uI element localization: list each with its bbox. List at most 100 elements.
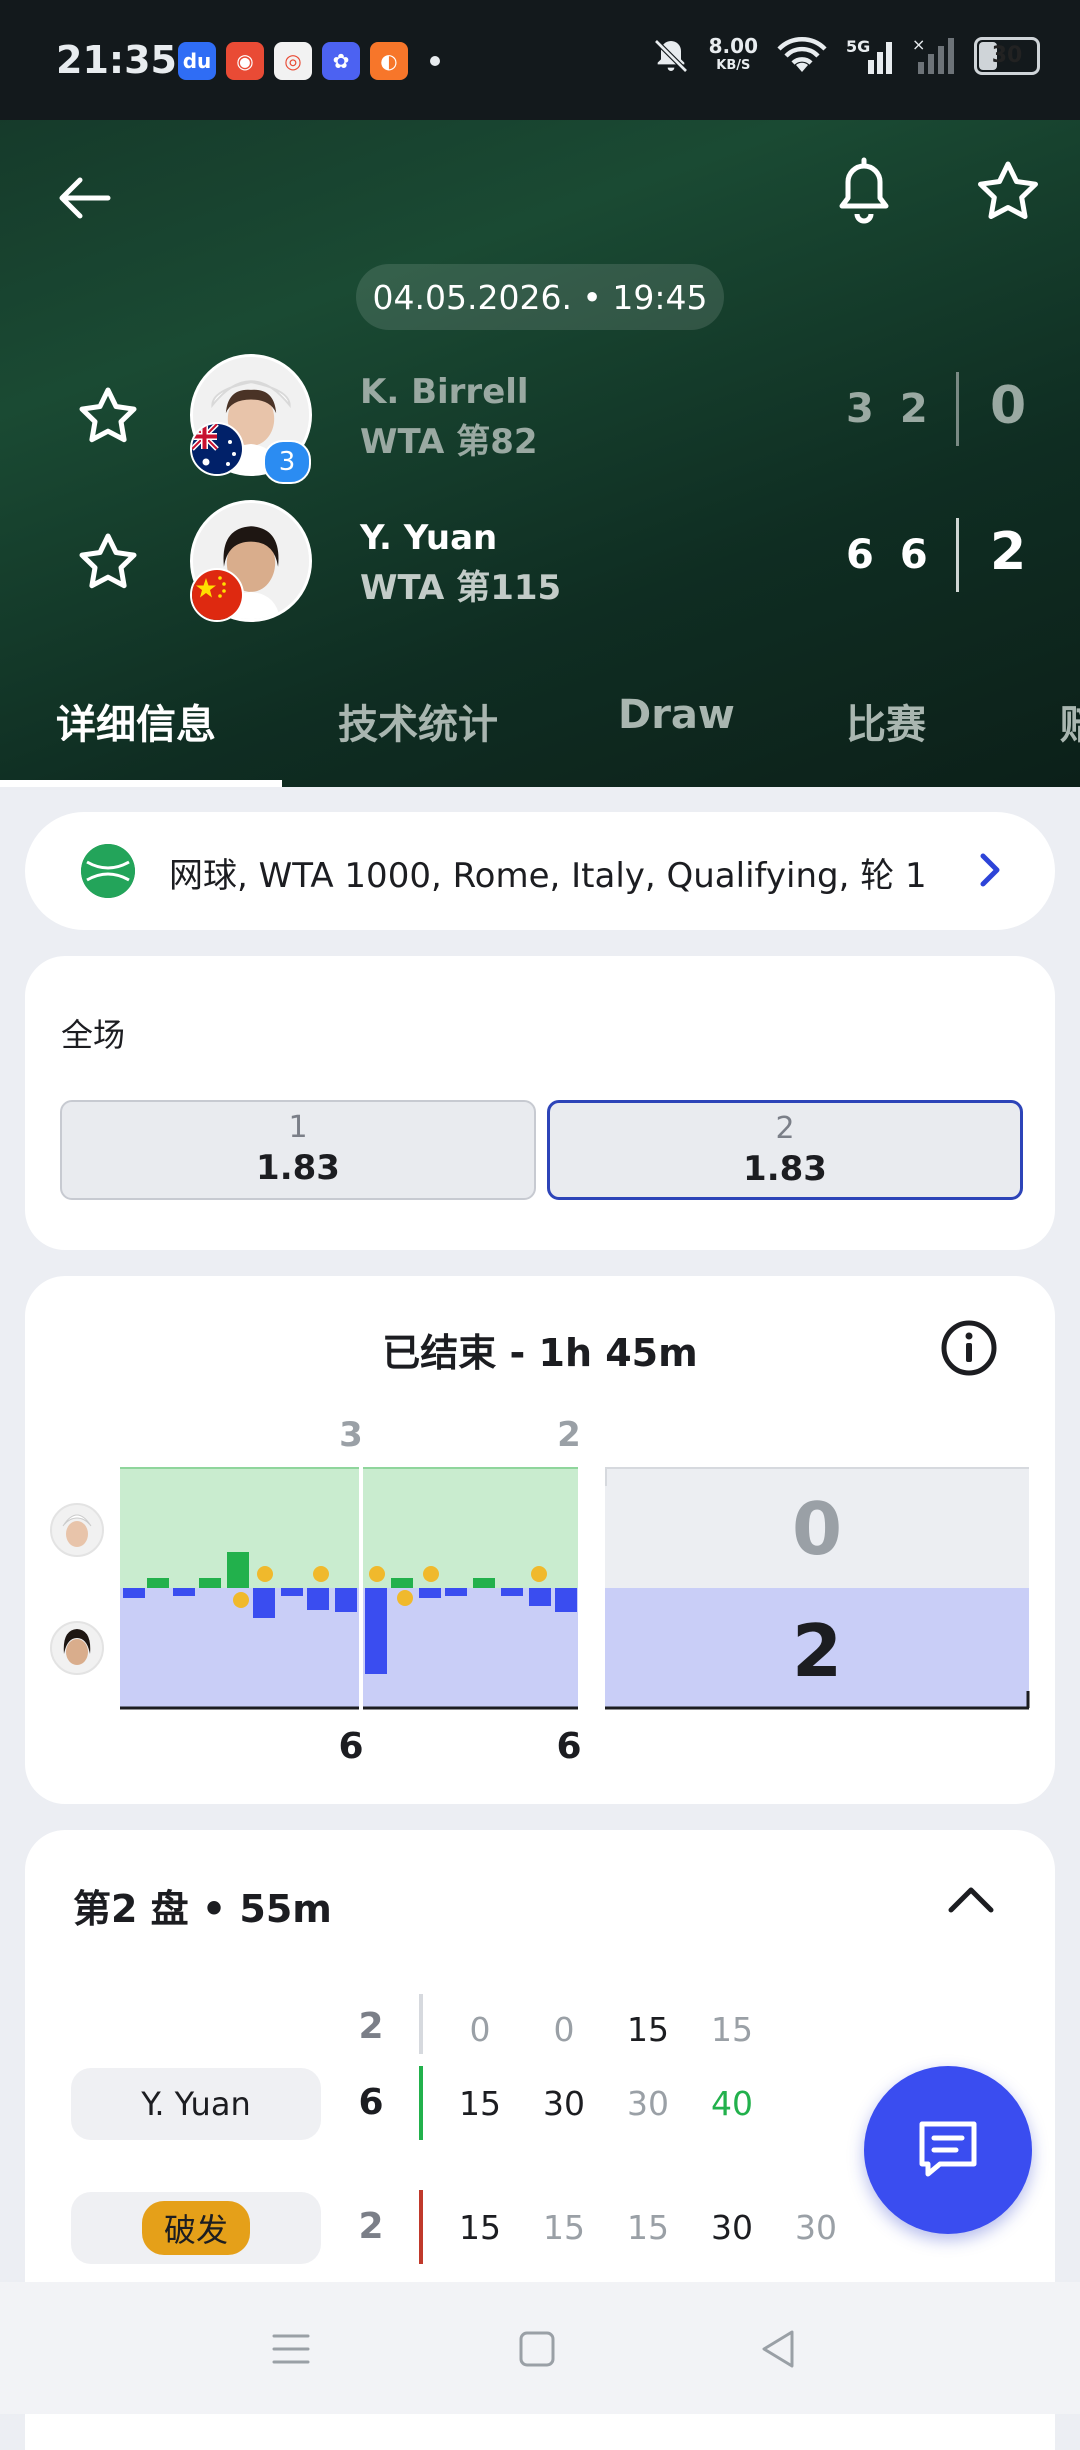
momentum-bar (307, 1588, 329, 1610)
signal-weak-icon: × (912, 36, 954, 74)
tournament-name: 网球, WTA 1000, Rome, Italy, Qualifying, 轮… (169, 856, 927, 896)
notification-icons: du ◉ ◎ ✿ ◐ (178, 42, 440, 80)
odds-option-2[interactable]: 2 1.83 (547, 1100, 1023, 1200)
match-datetime: 04.05.2026. • 19:45 (356, 264, 724, 330)
tab-odds[interactable]: 赔 (1060, 692, 1080, 750)
favorite-star-icon[interactable] (972, 156, 1044, 228)
svg-text:5G: 5G (846, 37, 870, 56)
header-game-score: 2 (358, 2006, 384, 2047)
match-header: 21:35 du ◉ ◎ ✿ ◐ 8.00 KB/S 5G × 30 04.05.… (0, 0, 1080, 787)
chat-icon (919, 2121, 977, 2177)
break-indicator (419, 2190, 423, 2264)
chat-button[interactable] (864, 2066, 1032, 2234)
menu-icon[interactable] (266, 2324, 316, 2374)
momentum-bar (147, 1578, 169, 1588)
set1-score-top: 3 (339, 1415, 363, 1455)
player-row-birrell[interactable]: 3 K. Birrell WTA 第82 32 0 (0, 350, 1080, 484)
game-row-label: Y. Yuan (71, 2068, 321, 2140)
header-divider (419, 1994, 423, 2054)
top-player-area (120, 1468, 580, 1588)
wifi-icon (777, 37, 827, 72)
point-score: 30 (543, 2084, 585, 2123)
player-avatar-bottom (50, 1621, 104, 1675)
point-score: 30 (795, 2208, 837, 2247)
bell-icon[interactable] (828, 156, 900, 228)
break-point-ball-icon (313, 1566, 329, 1582)
signal-5g-icon: 5G (846, 37, 892, 74)
seed-badge: 3 (263, 440, 311, 484)
sets-total-top: 0 (792, 1487, 842, 1571)
score-divider (956, 372, 959, 446)
momentum-bar (555, 1588, 577, 1612)
tab-matches[interactable]: 比赛 (846, 692, 926, 750)
momentum-bar (253, 1588, 275, 1618)
point-score: 30 (711, 2208, 753, 2247)
back-arrow-icon[interactable] (48, 162, 120, 234)
info-icon[interactable] (939, 1318, 999, 1378)
chevron-up-icon[interactable] (941, 1870, 1001, 1930)
header-point: 0 (553, 2010, 575, 2049)
game-row-label: 破发 (71, 2192, 321, 2264)
battery-icon: 30 (974, 37, 1040, 75)
home-square-icon[interactable] (512, 2324, 562, 2374)
momentum-bar (199, 1578, 221, 1588)
more-notifications-icon (430, 56, 440, 66)
odds-market-title: 全场 (61, 1016, 126, 1054)
net-speed: 8.00 KB/S (708, 34, 758, 73)
game-score: 6 (358, 2082, 384, 2123)
momentum-bar (335, 1588, 357, 1612)
set1-score-bottom: 6 (338, 1726, 363, 1767)
tab-bar: 详细信息 技术统计 Draw 比赛 赔 (0, 680, 1080, 787)
break-badge: 破发 (141, 2201, 250, 2255)
weibo-icon: ◉ (226, 42, 264, 80)
tab-active-indicator (0, 780, 282, 787)
system-nav-bar (0, 2282, 1080, 2414)
tab-draw[interactable]: Draw (618, 692, 735, 738)
momentum-bar (227, 1552, 249, 1588)
point-score: 15 (543, 2208, 585, 2247)
momentum-bar (501, 1588, 523, 1596)
set-scores: 32 (846, 386, 954, 432)
momentum-bar (123, 1588, 145, 1598)
wta-tennis-icon (81, 844, 135, 898)
point-score: 15 (459, 2084, 501, 2123)
player-name: K. Birrell (360, 372, 529, 412)
system-status: 8.00 KB/S 5G × 30 (651, 36, 1040, 76)
follow-player-star-icon[interactable] (72, 380, 144, 452)
match-momentum-card: 已结束 - 1h 45m 3 2 6 6 0 2 (25, 1276, 1055, 1804)
back-triangle-icon[interactable] (754, 2324, 804, 2374)
player-avatar-top (50, 1503, 104, 1557)
tab-details[interactable]: 详细信息 (56, 692, 216, 750)
player-name: Y. Yuan (360, 518, 498, 558)
point-score: 15 (459, 2208, 501, 2247)
follow-player-star-icon[interactable] (72, 526, 144, 598)
header-point: 15 (711, 2010, 753, 2049)
momentum-bar (281, 1588, 303, 1596)
set2-score-top: 2 (557, 1415, 581, 1455)
match-status-duration: 已结束 - 1h 45m (382, 1331, 698, 1375)
odds-option-1[interactable]: 1 1.83 (60, 1100, 536, 1200)
momentum-bar (365, 1588, 387, 1674)
player-row-yuan[interactable]: Y. Yuan WTA 第115 66 2 (0, 496, 1080, 626)
point-score: 30 (627, 2084, 669, 2123)
mute-bell-icon (653, 39, 688, 73)
sets-won: 2 (990, 522, 1027, 582)
flag-australia-icon (190, 422, 244, 476)
break-point-ball-icon (531, 1566, 547, 1582)
status-time: 21:35 (56, 38, 177, 82)
odds-value: 1.83 (743, 1149, 827, 1189)
point-score: 15 (627, 2208, 669, 2247)
baidu-icon: du (178, 42, 216, 80)
set2-score-bottom: 6 (556, 1726, 581, 1767)
header-point: 0 (469, 2010, 491, 2049)
odds-card: 全场 1 1.83 2 1.83 (25, 956, 1055, 1250)
momentum-bar (529, 1588, 551, 1606)
tab-statistics[interactable]: 技术统计 (338, 692, 498, 750)
momentum-bar (445, 1588, 467, 1596)
tournament-link[interactable]: 网球, WTA 1000, Rome, Italy, Qualifying, 轮… (25, 812, 1055, 930)
hold-indicator (419, 2066, 423, 2140)
set-scores: 66 (846, 532, 954, 578)
chevron-right-icon (980, 853, 1000, 887)
momentum-bar (173, 1588, 195, 1596)
player-rank: WTA 第115 (360, 568, 562, 608)
